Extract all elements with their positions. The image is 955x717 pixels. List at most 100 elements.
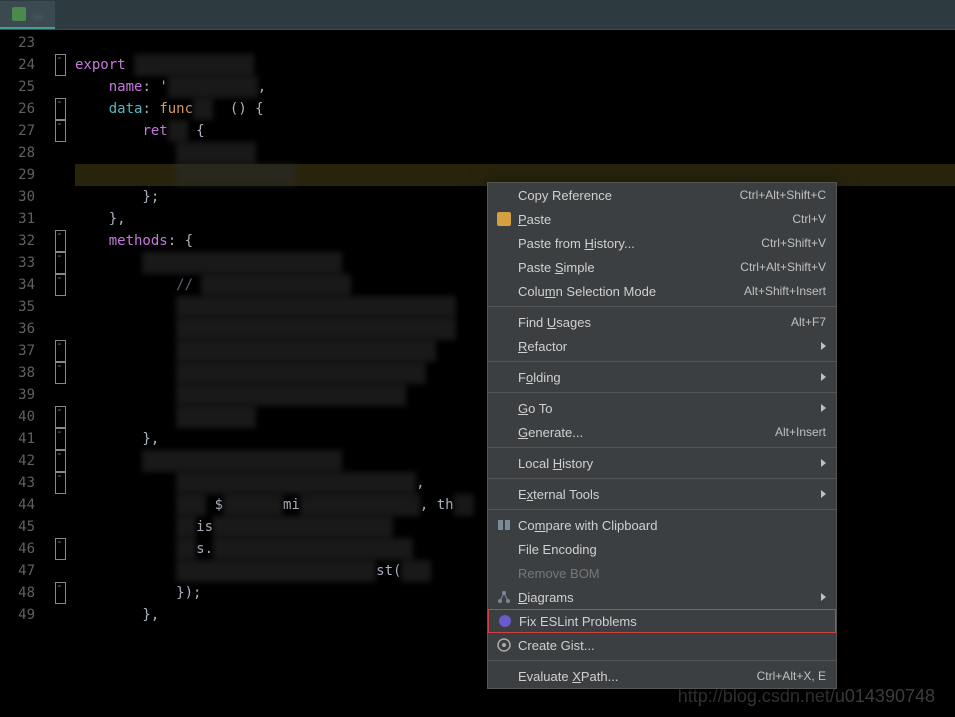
menu-item-create-gist[interactable]: Create Gist...: [488, 633, 836, 657]
line-number: 32: [0, 230, 45, 252]
menu-separator: [488, 660, 836, 661]
submenu-arrow-icon: [821, 593, 826, 601]
menu-shortcut: Ctrl+Alt+Shift+C: [740, 188, 826, 202]
line-number: 25: [0, 76, 45, 98]
gist-icon: [496, 637, 512, 653]
menu-item-copy-reference[interactable]: Copy ReferenceCtrl+Alt+Shift+C: [488, 183, 836, 207]
line-number: 40: [0, 406, 45, 428]
menu-label: Create Gist...: [518, 638, 826, 653]
menu-item-paste-simple[interactable]: Paste SimpleCtrl+Alt+Shift+V: [488, 255, 836, 279]
fold-toggle-icon[interactable]: [55, 538, 66, 560]
menu-item-paste-from-history[interactable]: Paste from History...Ctrl+Shift+V: [488, 231, 836, 255]
code-line: [75, 32, 955, 54]
tab-bar: ...: [0, 0, 955, 30]
menu-item-remove-bom: Remove BOM: [488, 561, 836, 585]
line-number: 47: [0, 560, 45, 582]
line-number: 33: [0, 252, 45, 274]
tab-filename: ...: [32, 6, 43, 21]
submenu-arrow-icon: [821, 490, 826, 498]
menu-item-find-usages[interactable]: Find UsagesAlt+F7: [488, 310, 836, 334]
line-number: 23: [0, 32, 45, 54]
line-number: 41: [0, 428, 45, 450]
line-number: 27: [0, 120, 45, 142]
fold-toggle-icon[interactable]: [55, 54, 66, 76]
menu-shortcut: Ctrl+V: [792, 212, 826, 226]
line-number: 49: [0, 604, 45, 626]
menu-item-generate[interactable]: Generate...Alt+Insert: [488, 420, 836, 444]
vue-file-icon: [12, 7, 26, 21]
line-number: 46: [0, 538, 45, 560]
line-number: 36: [0, 318, 45, 340]
menu-label: Generate...: [518, 425, 775, 440]
menu-shortcut: Alt+Insert: [775, 425, 826, 439]
menu-item-external-tools[interactable]: External Tools: [488, 482, 836, 506]
menu-label: Copy Reference: [518, 188, 740, 203]
line-number: 44: [0, 494, 45, 516]
code-line: name: ' ,: [75, 76, 955, 98]
menu-label: File Encoding: [518, 542, 826, 557]
menu-label: Paste: [518, 212, 792, 227]
menu-item-go-to[interactable]: Go To: [488, 396, 836, 420]
menu-item-diagrams[interactable]: Diagrams: [488, 585, 836, 609]
compare-icon: [496, 517, 512, 533]
line-number-gutter: 2324252627282930313233343536373839404142…: [0, 30, 45, 717]
fold-toggle-icon[interactable]: [55, 340, 66, 362]
fold-toggle-icon[interactable]: [55, 472, 66, 494]
eslint-icon: [497, 613, 513, 629]
menu-shortcut: Alt+Shift+Insert: [744, 284, 826, 298]
code-line: data: func () {: [75, 98, 955, 120]
menu-label: Folding: [518, 370, 821, 385]
fold-toggle-icon[interactable]: [55, 406, 66, 428]
fold-column: [45, 30, 75, 717]
menu-separator: [488, 509, 836, 510]
fold-toggle-icon[interactable]: [55, 230, 66, 252]
menu-shortcut: Ctrl+Alt+X, E: [757, 669, 826, 683]
line-number: 35: [0, 296, 45, 318]
code-line: ret {: [75, 120, 955, 142]
fold-toggle-icon[interactable]: [55, 428, 66, 450]
menu-shortcut: Ctrl+Alt+Shift+V: [740, 260, 826, 274]
submenu-arrow-icon: [821, 373, 826, 381]
menu-item-file-encoding[interactable]: File Encoding: [488, 537, 836, 561]
fold-toggle-icon[interactable]: [55, 120, 66, 142]
line-number: 45: [0, 516, 45, 538]
line-number: 24: [0, 54, 45, 76]
menu-label: Paste Simple: [518, 260, 740, 275]
menu-label: Evaluate XPath...: [518, 669, 757, 684]
menu-label: External Tools: [518, 487, 821, 502]
fold-toggle-icon[interactable]: [55, 98, 66, 120]
menu-item-paste[interactable]: PasteCtrl+V: [488, 207, 836, 231]
context-menu: Copy ReferenceCtrl+Alt+Shift+CPasteCtrl+…: [487, 182, 837, 689]
line-number: 29: [0, 164, 45, 186]
menu-item-compare-with-clipboard[interactable]: Compare with Clipboard: [488, 513, 836, 537]
menu-item-folding[interactable]: Folding: [488, 365, 836, 389]
line-number: 30: [0, 186, 45, 208]
fold-toggle-icon[interactable]: [55, 252, 66, 274]
menu-item-refactor[interactable]: Refactor: [488, 334, 836, 358]
line-number: 48: [0, 582, 45, 604]
line-number: 28: [0, 142, 45, 164]
fold-toggle-icon[interactable]: [55, 274, 66, 296]
fold-toggle-icon[interactable]: [55, 450, 66, 472]
line-number: 37: [0, 340, 45, 362]
editor-tab[interactable]: ...: [0, 1, 55, 29]
menu-item-evaluate-xpath[interactable]: Evaluate XPath...Ctrl+Alt+X, E: [488, 664, 836, 688]
menu-label: Go To: [518, 401, 821, 416]
menu-item-local-history[interactable]: Local History: [488, 451, 836, 475]
menu-separator: [488, 306, 836, 307]
code-line: export: [75, 54, 955, 76]
line-number: 31: [0, 208, 45, 230]
menu-label: Local History: [518, 456, 821, 471]
submenu-arrow-icon: [821, 404, 826, 412]
menu-item-fix-eslint-problems[interactable]: Fix ESLint Problems: [488, 609, 836, 633]
menu-shortcut: Ctrl+Shift+V: [761, 236, 826, 250]
paste-icon: [496, 211, 512, 227]
menu-item-column-selection-mode[interactable]: Column Selection ModeAlt+Shift+Insert: [488, 279, 836, 303]
submenu-arrow-icon: [821, 342, 826, 350]
menu-label: Column Selection Mode: [518, 284, 744, 299]
fold-toggle-icon[interactable]: [55, 582, 66, 604]
fold-toggle-icon[interactable]: [55, 362, 66, 384]
menu-separator: [488, 361, 836, 362]
code-line: [75, 142, 955, 164]
menu-label: Find Usages: [518, 315, 791, 330]
